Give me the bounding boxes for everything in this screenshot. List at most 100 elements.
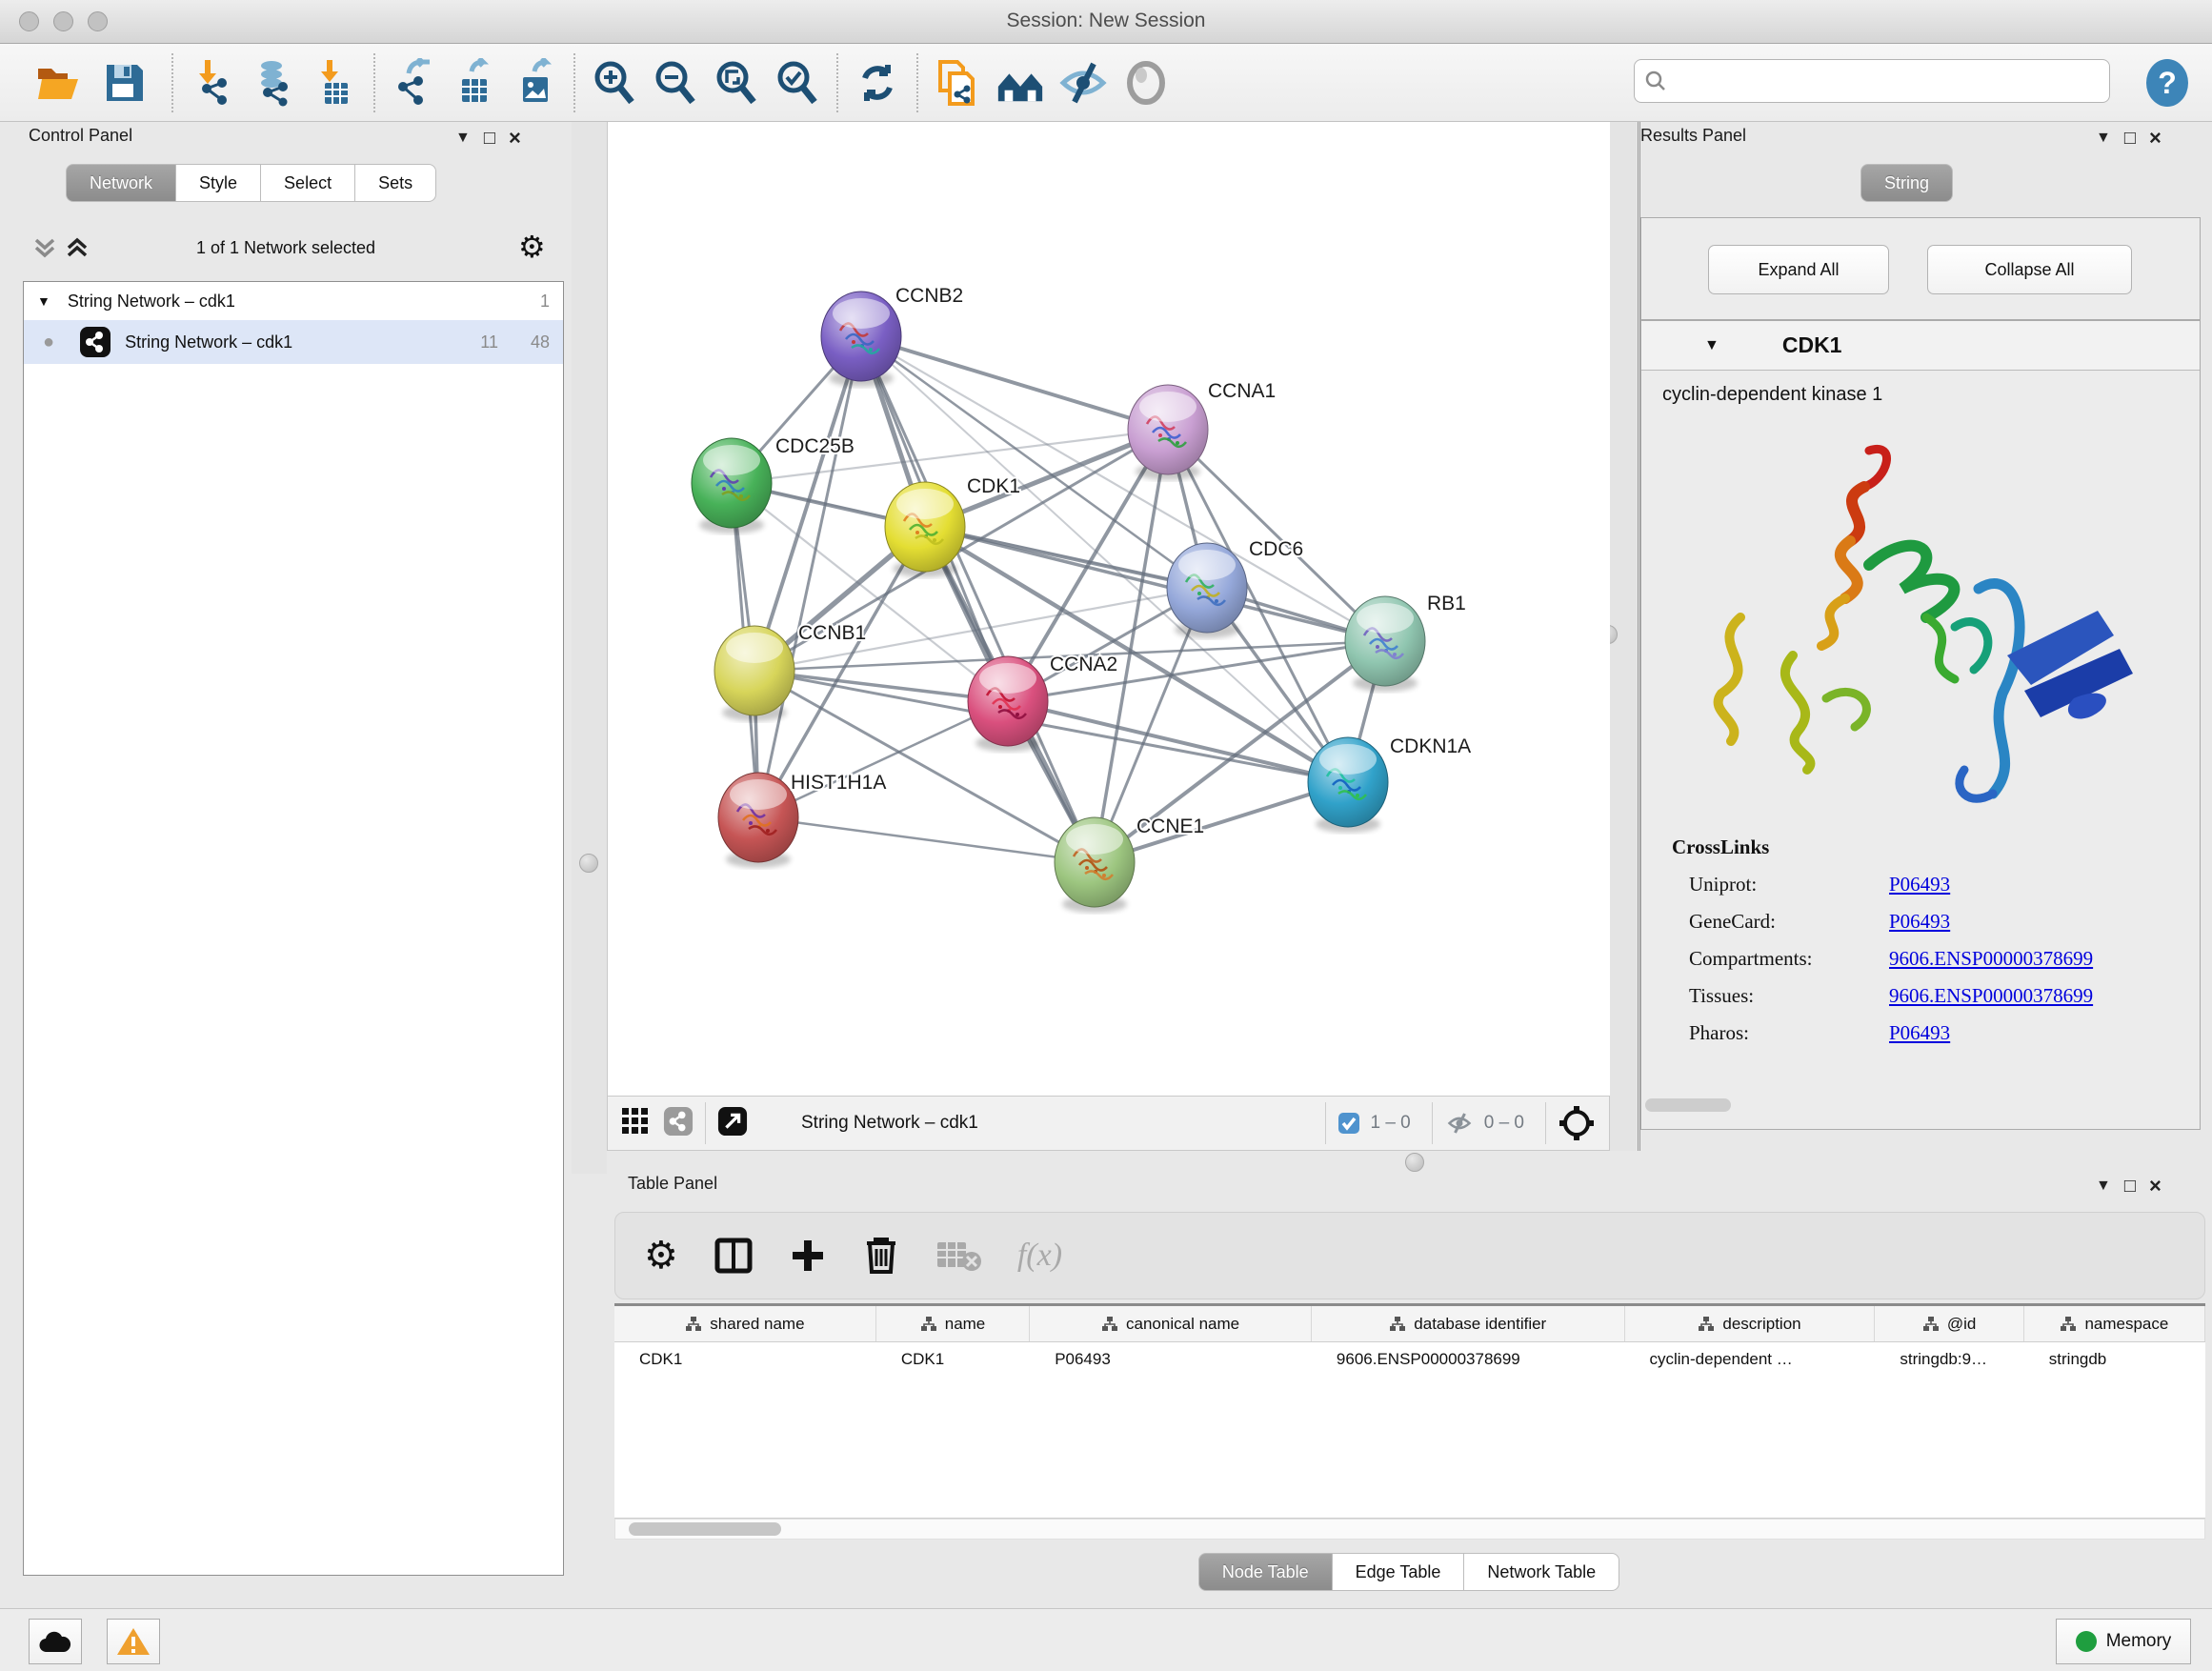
open-session-icon[interactable] — [32, 57, 84, 109]
node-HIST1H1A[interactable]: HIST1H1A — [718, 772, 886, 868]
close-panel-icon[interactable]: × — [2149, 126, 2162, 151]
node-CCNB2[interactable]: CCNB2 — [821, 285, 963, 387]
edge-CDK1-RB1[interactable] — [925, 527, 1385, 641]
export-table-icon[interactable] — [450, 57, 501, 109]
crosslink-value-link[interactable]: P06493 — [1889, 910, 1950, 934]
node-RB1[interactable]: RB1 — [1345, 593, 1466, 692]
float-panel-icon[interactable]: □ — [2124, 128, 2136, 150]
crosshair-icon[interactable] — [1558, 1104, 1596, 1142]
tab-network[interactable]: Network — [66, 164, 176, 202]
node-CDKN1A[interactable]: CDKN1A — [1308, 735, 1471, 833]
table-cell[interactable]: CDK1 — [614, 1342, 876, 1377]
close-panel-icon[interactable]: × — [2149, 1174, 2162, 1198]
collapse-all-networks-icon[interactable] — [32, 234, 57, 266]
table-cell[interactable]: P06493 — [1030, 1342, 1312, 1377]
table-hscrollbar-thumb[interactable] — [629, 1522, 781, 1536]
clone-network-icon[interactable] — [932, 57, 983, 109]
footer-separator — [705, 1102, 706, 1144]
network-row-selected[interactable]: ● String Network – cdk1 11 48 — [24, 320, 563, 364]
table-cell[interactable]: 9606.ENSP00000378699 — [1312, 1342, 1625, 1377]
network-canvas[interactable]: CCNB2CCNA1CDC25BCDK1CDC6RB1CCNB1CCNA2CDK… — [607, 122, 1610, 1096]
zoom-fit-icon[interactable] — [711, 57, 762, 109]
open-in-window-icon[interactable] — [717, 1106, 748, 1141]
network-options-gear-icon[interactable]: ⚙ — [518, 229, 546, 265]
import-network-file-icon[interactable] — [189, 57, 240, 109]
table-hscrollbar[interactable] — [614, 1519, 2205, 1540]
results-hscrollbar[interactable] — [1645, 1098, 1731, 1112]
collapse-panel-icon[interactable]: ▼ — [2096, 130, 2111, 147]
edge-CCNB2-CCNA1[interactable] — [861, 336, 1168, 430]
collapse-all-button[interactable]: Collapse All — [1927, 245, 2132, 294]
node-CCNA1[interactable]: CCNA1 — [1128, 380, 1276, 480]
float-panel-icon[interactable]: □ — [2124, 1176, 2136, 1198]
horizontal-splitter-handle[interactable] — [1405, 1153, 1424, 1172]
tab-edge-table[interactable]: Edge Table — [1332, 1553, 1465, 1591]
expand-all-networks-icon[interactable] — [65, 234, 90, 266]
delete-column-icon[interactable] — [863, 1236, 899, 1276]
crosslink-value-link[interactable]: P06493 — [1889, 873, 1950, 896]
zoom-selected-icon[interactable] — [772, 57, 823, 109]
string-network-graph[interactable]: CCNB2CCNA1CDC25BCDK1CDC6RB1CCNB1CCNA2CDK… — [608, 122, 1611, 1096]
group-nodes-icon[interactable] — [995, 57, 1046, 109]
tab-string[interactable]: String — [1860, 164, 1953, 202]
memory-button[interactable]: Memory — [2056, 1619, 2191, 1664]
table-cell[interactable]: cyclin-dependent … — [1625, 1342, 1876, 1377]
node-CCNE1[interactable]: CCNE1 — [1055, 815, 1204, 913]
tree-expander-icon[interactable]: ▼ — [37, 293, 50, 309]
column-header-name[interactable]: name — [876, 1306, 1030, 1341]
refresh-layout-icon[interactable] — [852, 57, 903, 109]
table-cell[interactable]: CDK1 — [876, 1342, 1030, 1377]
edge-CCNB2-HIST1H1A[interactable] — [758, 336, 861, 817]
edge-CCNB2-CCNB1[interactable] — [754, 336, 861, 671]
table-cell[interactable]: stringdb — [2024, 1342, 2205, 1377]
tab-select[interactable]: Select — [260, 164, 355, 202]
cloud-button[interactable] — [29, 1619, 82, 1664]
crosslink-value-link[interactable]: 9606.ENSP00000378699 — [1889, 947, 2093, 971]
network-collection-row[interactable]: ▼ String Network – cdk1 1 — [24, 282, 563, 320]
import-network-database-icon[interactable] — [250, 57, 301, 109]
string-style-icon[interactable] — [663, 1106, 694, 1141]
save-session-icon[interactable] — [99, 57, 151, 109]
edge-CCNB2-CCNE1[interactable] — [861, 336, 1095, 862]
expand-all-button[interactable]: Expand All — [1708, 245, 1889, 294]
export-image-icon[interactable] — [511, 57, 562, 109]
collapse-panel-icon[interactable]: ▼ — [2096, 1178, 2111, 1195]
help-icon[interactable]: ? — [2142, 57, 2193, 109]
float-panel-icon[interactable]: □ — [484, 128, 495, 150]
selected-checkbox-icon[interactable] — [1337, 1112, 1360, 1135]
close-panel-icon[interactable]: × — [509, 126, 521, 151]
edge-HIST1H1A-CCNE1[interactable] — [758, 817, 1095, 862]
tab-node-table[interactable]: Node Table — [1198, 1553, 1333, 1591]
column-header-shared-name[interactable]: shared name — [614, 1306, 876, 1341]
right-splitter[interactable] — [1610, 122, 1640, 1174]
table-settings-gear-icon[interactable]: ⚙ — [644, 1237, 678, 1275]
table-cell[interactable]: stringdb:9… — [1875, 1342, 2023, 1377]
tab-network-table[interactable]: Network Table — [1463, 1553, 1619, 1591]
zoom-in-icon[interactable] — [589, 57, 640, 109]
crosslink-value-link[interactable]: 9606.ENSP00000378699 — [1889, 984, 2093, 1008]
warnings-button[interactable] — [107, 1619, 160, 1664]
search-input[interactable] — [1675, 70, 2100, 92]
zoom-out-icon[interactable] — [650, 57, 701, 109]
left-splitter[interactable] — [572, 122, 607, 1174]
crosslink-value-link[interactable]: P06493 — [1889, 1021, 1950, 1045]
hide-selected-icon[interactable] — [1057, 57, 1109, 109]
birds-eye-view-icon[interactable] — [621, 1107, 650, 1140]
column-header-description[interactable]: description — [1625, 1306, 1876, 1341]
column-header--id[interactable]: @id — [1875, 1306, 2023, 1341]
table-row[interactable]: CDK1CDK1P064939606.ENSP00000378699cyclin… — [614, 1342, 2205, 1377]
gene-section-header[interactable]: ▼ CDK1 — [1641, 321, 2200, 371]
import-table-icon[interactable] — [311, 57, 362, 109]
tab-style[interactable]: Style — [175, 164, 261, 202]
export-network-icon[interactable] — [389, 57, 440, 109]
column-header-namespace[interactable]: namespace — [2024, 1306, 2205, 1341]
tab-sets[interactable]: Sets — [354, 164, 436, 202]
node-CCNA2[interactable]: CCNA2 — [968, 654, 1117, 752]
create-column-icon[interactable] — [789, 1237, 827, 1275]
collapse-panel-icon[interactable]: ▼ — [455, 130, 471, 147]
left-splitter-handle[interactable] — [579, 854, 598, 873]
show-columns-icon[interactable] — [714, 1237, 753, 1275]
column-header-database-identifier[interactable]: database identifier — [1312, 1306, 1625, 1341]
section-expander-icon[interactable]: ▼ — [1704, 337, 1719, 354]
column-header-canonical-name[interactable]: canonical name — [1030, 1306, 1312, 1341]
